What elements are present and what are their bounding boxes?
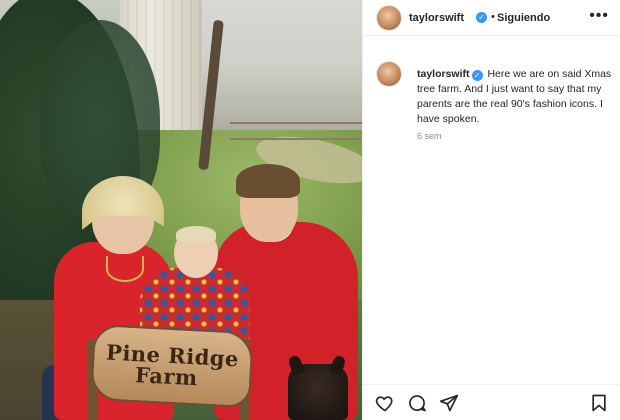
separator-dot: • [491,11,495,23]
dog [288,364,348,420]
father-hair [236,164,300,198]
instagram-post: Pine Ridge Farm taylorswift ✓ • Siguiend… [0,0,620,420]
share-icon[interactable] [439,393,459,413]
post-photo[interactable]: Pine Ridge Farm [0,0,362,420]
post-side-panel: taylorswift ✓ • Siguiendo ••• taylorswif… [362,0,620,420]
author-username[interactable]: taylorswift [409,12,464,24]
more-options-icon[interactable]: ••• [589,8,609,24]
post-time[interactable]: 6 sem [417,131,442,141]
post-header: taylorswift ✓ • Siguiendo ••• [363,0,620,36]
avatar[interactable] [377,6,401,30]
comment-icon[interactable] [407,393,427,413]
sign-text-line2: Farm [134,362,199,391]
heart-icon[interactable] [375,393,395,413]
caption-username[interactable]: taylorswift [417,68,470,80]
fence [230,122,362,140]
background-trees [200,0,362,140]
necklace [106,256,144,282]
farm-sign: Pine Ridge Farm [90,323,254,409]
bookmark-icon[interactable] [589,393,609,413]
action-bar [363,384,620,420]
caption: taylorswift ✓ Here we are on said Xmas tr… [417,67,615,127]
caption-avatar[interactable] [377,62,401,86]
verified-badge-icon: ✓ [471,70,483,81]
verified-badge-icon: ✓ [476,12,487,23]
baby-hair [176,226,216,242]
following-button[interactable]: Siguiendo [497,12,550,24]
